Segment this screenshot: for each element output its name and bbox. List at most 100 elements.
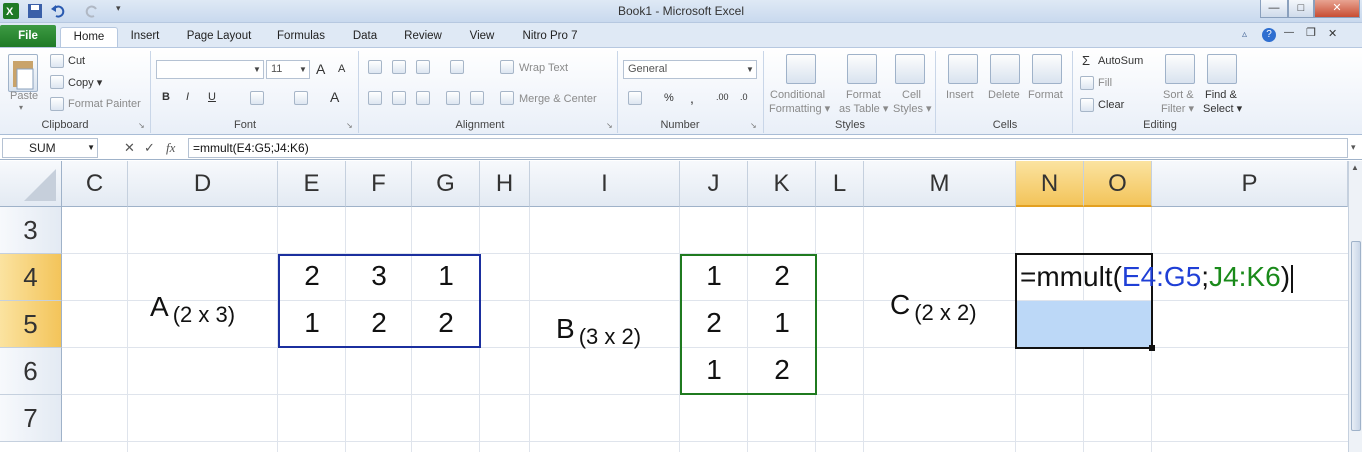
- format-painter-button[interactable]: Format Painter: [68, 98, 141, 110]
- worksheet-grid[interactable]: C D E F G H I J K L M N O P 3 4 5 6 7 A(…: [0, 161, 1348, 452]
- bold-button[interactable]: B: [162, 91, 170, 103]
- cell-f4[interactable]: 3: [346, 260, 412, 292]
- enter-icon[interactable]: ✓: [144, 140, 155, 156]
- cancel-icon[interactable]: ✕: [124, 140, 135, 156]
- minimize-button[interactable]: —: [1260, 0, 1288, 18]
- paste-button[interactable]: Paste: [10, 90, 38, 102]
- autosum-button[interactable]: AutoSum: [1098, 55, 1143, 67]
- italic-button[interactable]: I: [186, 91, 189, 103]
- conditional-formatting-label-2[interactable]: Formatting ▾: [769, 102, 830, 115]
- align-bottom-icon[interactable]: [416, 60, 430, 74]
- tab-file[interactable]: File: [0, 25, 56, 47]
- cell-k6[interactable]: 2: [748, 354, 816, 386]
- name-box[interactable]: SUM ▼: [2, 138, 98, 158]
- paste-dropdown-icon[interactable]: ▾: [19, 103, 23, 112]
- row-header-4[interactable]: 4: [0, 254, 62, 301]
- paste-icon[interactable]: [8, 54, 38, 92]
- column-header-m[interactable]: M: [864, 161, 1016, 207]
- formula-input[interactable]: =mmult(E4:G5;J4:K6): [188, 138, 1348, 158]
- fill-color-icon[interactable]: [294, 91, 308, 105]
- column-header-l[interactable]: L: [816, 161, 864, 207]
- help-icon[interactable]: ?: [1262, 28, 1276, 42]
- alignment-launcher-icon[interactable]: ↘: [606, 121, 613, 130]
- cell-g4[interactable]: 1: [412, 260, 480, 292]
- format-as-table-label-2[interactable]: as Table ▾: [839, 102, 888, 115]
- column-header-j[interactable]: J: [680, 161, 748, 207]
- maximize-button[interactable]: □: [1288, 0, 1314, 18]
- tab-review[interactable]: Review: [397, 27, 449, 47]
- font-color-button[interactable]: A: [330, 89, 339, 105]
- align-top-icon[interactable]: [368, 60, 382, 74]
- align-middle-icon[interactable]: [392, 60, 406, 74]
- font-name-combo[interactable]: ▼: [156, 60, 264, 79]
- cell-e4[interactable]: 2: [278, 260, 346, 292]
- merge-center-button[interactable]: Merge & Center: [519, 93, 597, 105]
- percent-button[interactable]: %: [664, 92, 674, 104]
- cell-e5[interactable]: 1: [278, 307, 346, 339]
- find-select-label-1[interactable]: Find &: [1205, 89, 1237, 101]
- cell-j5[interactable]: 2: [680, 307, 748, 339]
- fill-handle[interactable]: [1149, 345, 1155, 351]
- insert-cells-button[interactable]: Insert: [946, 89, 974, 101]
- row-header-3[interactable]: 3: [0, 207, 62, 254]
- scroll-up-icon[interactable]: ▲: [1351, 163, 1359, 172]
- tab-view[interactable]: View: [462, 27, 502, 47]
- cell-n4-editor[interactable]: =mmult(E4:G5;J4:K6): [1020, 261, 1294, 293]
- column-header-h[interactable]: H: [480, 161, 530, 207]
- format-as-table-label-1[interactable]: Format: [846, 89, 881, 101]
- cell-f5[interactable]: 2: [346, 307, 412, 339]
- column-header-c[interactable]: C: [62, 161, 128, 207]
- increase-decimal-button[interactable]: .00: [716, 92, 729, 102]
- conditional-formatting-label-1[interactable]: Conditional: [770, 89, 825, 101]
- tab-data[interactable]: Data: [345, 27, 385, 47]
- row-header-7[interactable]: 7: [0, 395, 62, 442]
- expand-formula-icon[interactable]: ▾: [1351, 142, 1356, 153]
- select-all-button[interactable]: [0, 161, 62, 207]
- borders-icon[interactable]: [250, 91, 264, 105]
- column-header-e[interactable]: E: [278, 161, 346, 207]
- sort-filter-label-1[interactable]: Sort &: [1163, 89, 1194, 101]
- minimize-ribbon-icon[interactable]: ▵: [1242, 29, 1247, 40]
- cell-k5[interactable]: 1: [748, 307, 816, 339]
- workbook-restore-button[interactable]: ❐: [1306, 26, 1316, 39]
- cell-g5[interactable]: 2: [412, 307, 480, 339]
- close-button[interactable]: ✕: [1314, 0, 1360, 18]
- align-center-icon[interactable]: [392, 91, 406, 105]
- delete-cells-button[interactable]: Delete: [988, 89, 1020, 101]
- column-header-p[interactable]: P: [1152, 161, 1348, 207]
- vertical-scrollbar[interactable]: ▲: [1348, 161, 1362, 452]
- cell-j4[interactable]: 1: [680, 260, 748, 292]
- wrap-text-button[interactable]: Wrap Text: [519, 62, 568, 74]
- font-launcher-icon[interactable]: ↘: [346, 121, 353, 130]
- shrink-font-button[interactable]: A: [338, 63, 345, 75]
- row-header-6[interactable]: 6: [0, 348, 62, 395]
- copy-button[interactable]: Copy ▾: [68, 76, 102, 89]
- cut-button[interactable]: Cut: [68, 55, 85, 67]
- tab-nitro-pro[interactable]: Nitro Pro 7: [514, 27, 586, 47]
- orientation-icon[interactable]: [450, 60, 464, 74]
- number-format-combo[interactable]: General ▼: [623, 60, 757, 79]
- tab-formulas[interactable]: Formulas: [270, 27, 332, 47]
- column-header-k[interactable]: K: [748, 161, 816, 207]
- find-select-label-2[interactable]: Select ▾: [1203, 102, 1242, 115]
- cell-j6[interactable]: 1: [680, 354, 748, 386]
- currency-icon[interactable]: [628, 91, 642, 105]
- column-header-o[interactable]: O: [1084, 161, 1152, 207]
- align-right-icon[interactable]: [416, 91, 430, 105]
- underline-button[interactable]: U: [208, 91, 216, 103]
- font-size-combo[interactable]: 11 ▼: [266, 60, 310, 79]
- increase-indent-icon[interactable]: [470, 91, 484, 105]
- tab-page-layout[interactable]: Page Layout: [180, 27, 258, 47]
- column-header-i[interactable]: I: [530, 161, 680, 207]
- decrease-indent-icon[interactable]: [446, 91, 460, 105]
- clear-button[interactable]: Clear: [1098, 99, 1124, 111]
- format-cells-button[interactable]: Format: [1028, 89, 1063, 101]
- cell-styles-label-1[interactable]: Cell: [902, 89, 921, 101]
- tab-home[interactable]: Home: [60, 27, 118, 47]
- clipboard-launcher-icon[interactable]: ↘: [138, 121, 145, 130]
- column-header-g[interactable]: G: [412, 161, 480, 207]
- scroll-thumb[interactable]: [1351, 241, 1361, 431]
- cell-styles-label-2[interactable]: Styles ▾: [893, 102, 932, 115]
- workbook-close-button[interactable]: ✕: [1328, 27, 1337, 40]
- column-header-f[interactable]: F: [346, 161, 412, 207]
